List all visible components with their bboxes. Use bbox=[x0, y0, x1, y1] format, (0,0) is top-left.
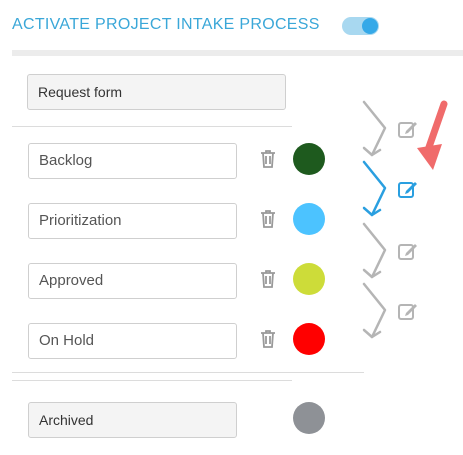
connector-3 bbox=[362, 222, 387, 279]
edit-icon[interactable] bbox=[397, 240, 419, 262]
connector-4 bbox=[362, 282, 387, 339]
connector-1 bbox=[362, 100, 387, 157]
edit-icon[interactable] bbox=[397, 300, 419, 322]
connector-2-active bbox=[362, 160, 387, 217]
edit-icon-active[interactable] bbox=[397, 178, 419, 200]
flow-connectors bbox=[362, 100, 448, 339]
edit-icon[interactable] bbox=[397, 118, 419, 140]
pointer-arrow bbox=[417, 100, 448, 170]
